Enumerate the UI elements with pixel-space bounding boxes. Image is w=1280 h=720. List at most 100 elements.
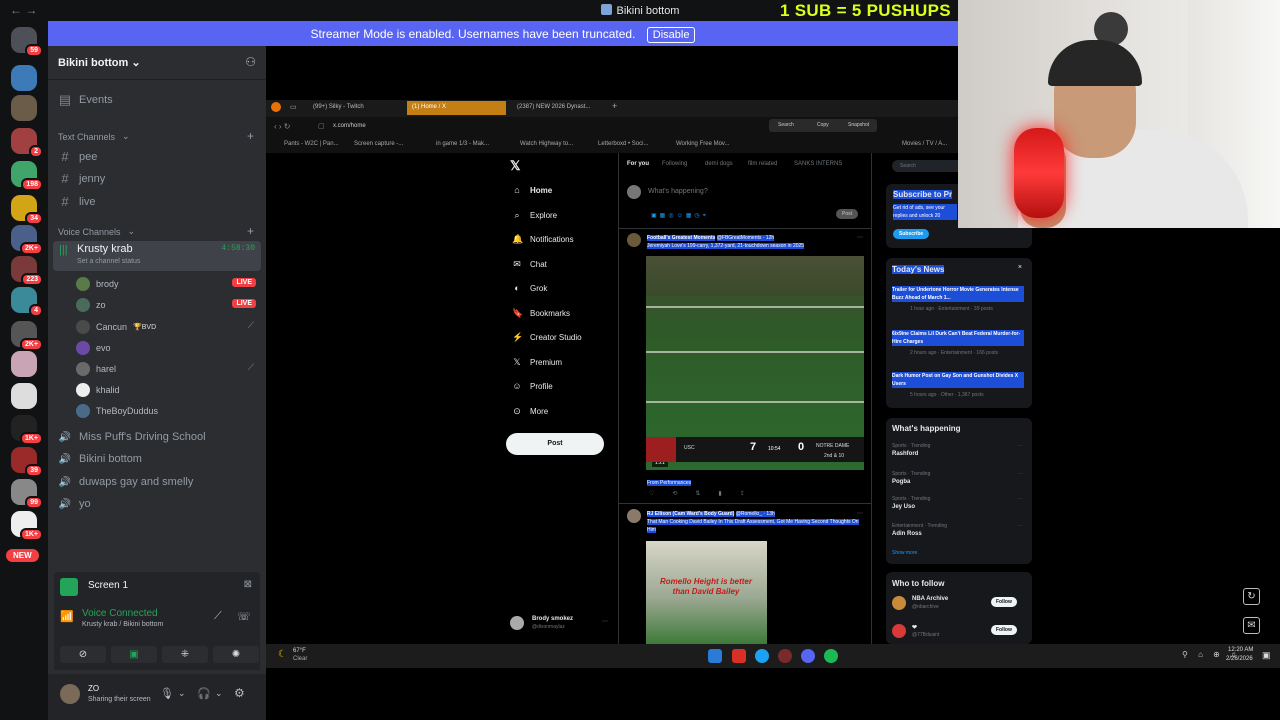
snapshot-button[interactable]: Snapshot (848, 122, 869, 128)
app-icon-dark[interactable] (778, 649, 792, 663)
search-button[interactable]: Search (778, 122, 794, 128)
voice-member[interactable]: evo (76, 341, 111, 355)
bookmark-item[interactable]: Movies / TV / A... (902, 141, 947, 147)
server-icon[interactable]: 223 (11, 256, 43, 286)
create-channel-icon[interactable]: + (247, 129, 254, 143)
bookmark-item[interactable]: Pants - W2C | Pan... (284, 141, 339, 147)
trend-name[interactable]: Rashford (892, 451, 918, 457)
voice-channel-item[interactable]: 🔊 Miss Puff's Driving School (58, 431, 206, 443)
x-nav-home[interactable]: ⌂ Home (512, 185, 552, 195)
x-nav-premium[interactable]: 𝕏 Premium (512, 357, 562, 368)
more-icon[interactable]: ⋯ (1018, 496, 1023, 502)
server-icon[interactable]: 39 (11, 447, 43, 477)
server-icon[interactable] (11, 95, 37, 121)
trend-name[interactable]: Jey Uso (892, 504, 915, 510)
more-icon[interactable]: ⋯ (857, 510, 863, 517)
x-nav-chat[interactable]: ✉ Chat (512, 259, 547, 270)
bookmark-item[interactable]: Letterboxd • Soci... (598, 141, 648, 147)
chevron-down-icon[interactable]: ⌄ (178, 688, 186, 699)
server-icon[interactable]: 2K+ (11, 321, 43, 351)
new-tab-icon[interactable]: + (612, 101, 617, 111)
follow-button[interactable]: Follow (991, 597, 1017, 607)
voice-location[interactable]: Krusty krab / Bikini bottom (82, 621, 163, 628)
feed-tab[interactable]: demi dogs (705, 161, 733, 167)
avatar[interactable] (60, 684, 80, 704)
add-member-icon[interactable]: ⚇ (245, 55, 256, 69)
refresh-icon[interactable]: ↻ (1243, 588, 1260, 605)
disconnect-icon[interactable]: ☏ (237, 610, 251, 623)
server-icon[interactable] (11, 351, 37, 377)
trend-name[interactable]: Adin Ross (892, 531, 922, 537)
back-forward-icon[interactable]: ‹ › ↻ (274, 122, 290, 131)
camera-off-button[interactable]: ⊘ (60, 646, 106, 663)
copy-button[interactable]: Copy (817, 122, 829, 128)
tweet-author[interactable]: RJ Ellison (Cam Ward's Body Guard) (647, 511, 735, 517)
news-headline[interactable]: 6ix9ine Claims Lil Durk Can't Beat Feder… (892, 330, 1024, 346)
bookmark-item[interactable]: Working Free Mov... (676, 141, 729, 147)
server-icon[interactable]: 34 (11, 195, 43, 225)
channel-status[interactable]: Set a channel status (77, 258, 140, 265)
follow-name[interactable]: ❤ (912, 624, 917, 631)
mail-icon[interactable]: ✉ (1243, 617, 1260, 634)
news-headline[interactable]: Dark Humor Post on Gay Son and Gunshot D… (892, 372, 1024, 388)
trend-name[interactable]: Pogba (892, 479, 910, 485)
new-badge[interactable]: NEW (6, 549, 39, 562)
url-field[interactable]: x.com/home (333, 123, 366, 129)
voice-channel-item[interactable]: 🔊 Bikini bottom (58, 453, 142, 465)
voice-channel-item[interactable]: 🔊 duwaps gay and smelly (58, 476, 194, 488)
server-icon[interactable]: 2 (11, 128, 43, 158)
compose-input[interactable]: What's happening? (648, 188, 708, 195)
signal-icon[interactable]: 📶 (60, 610, 74, 623)
microphone-icon[interactable]: 🎙 (160, 687, 174, 700)
x-nav-profile[interactable]: ☺ Profile (512, 381, 552, 391)
server-icon[interactable]: 4 (11, 287, 43, 317)
news-headline[interactable]: Trailer for Undertone Horror Movie Gener… (892, 286, 1024, 302)
more-icon[interactable]: ⋯ (857, 234, 863, 241)
x-nav-notifications[interactable]: 🔔 Notifications (512, 234, 574, 245)
voice-member[interactable]: brody (76, 277, 119, 291)
voice-channel-item[interactable]: 🔊 yo (58, 498, 91, 510)
more-icon[interactable]: ⋯ (1018, 471, 1023, 477)
voice-member[interactable]: Cancun 🏆BVD (76, 320, 156, 334)
x-post-button[interactable]: Post (506, 433, 604, 455)
close-icon[interactable]: × (1018, 264, 1022, 271)
feed-tab[interactable]: SANKS INTERNS (794, 161, 842, 167)
more-icon[interactable]: ⋯ (1018, 443, 1023, 449)
notification-icon[interactable]: ▣ (1262, 650, 1271, 661)
noise-suppression-icon[interactable]: ⟋ (214, 610, 222, 623)
x-nav-explore[interactable]: ⌕ Explore (512, 210, 557, 221)
activities-button[interactable]: ⁜ (162, 646, 208, 663)
server-icon[interactable]: 1K+ (11, 415, 43, 445)
chevron-down-icon[interactable]: ⌄ (215, 688, 223, 699)
follow-name[interactable]: NBA Archive (912, 596, 948, 602)
voice-member[interactable]: khalid (76, 383, 120, 397)
compose-post-button[interactable]: Post (836, 209, 859, 219)
follow-button[interactable]: Follow (991, 625, 1017, 635)
voice-channel-krusty-krab[interactable]: ||| Krusty krab 4:58:30 Set a channel st… (53, 241, 261, 271)
server-icon[interactable]: 2K+ (11, 225, 43, 255)
compose-tools-icon[interactable]: ▣▦◎☺▦◷⌖ (651, 212, 709, 220)
windows-start-icon[interactable] (708, 649, 722, 663)
server-icon[interactable] (11, 65, 37, 91)
gear-icon[interactable]: ⚙ (234, 686, 245, 700)
tab-youtube[interactable]: (2387) NEW 2026 Dynast... (512, 101, 595, 115)
voice-member[interactable]: zo (76, 298, 106, 312)
events-item[interactable]: ▤ Events (58, 92, 113, 108)
tweet-actions-icon[interactable]: ♡⟲⇅▮⇪ (649, 490, 763, 497)
x-nav-grok[interactable]: ◐ Grok (512, 283, 547, 293)
share-screen-button[interactable]: ▣ (111, 646, 157, 663)
show-more-link[interactable]: Show more (892, 550, 917, 556)
discord-icon[interactable] (801, 649, 815, 663)
x-account-switcher[interactable]: Brody smokez @dixonmaylaz ⋯ (510, 614, 610, 632)
x-nav-more[interactable]: ⊙ More (512, 406, 548, 417)
bookmark-item[interactable]: in game 1/3 - Mak... (436, 141, 489, 147)
server-icon[interactable]: 198 (11, 161, 43, 191)
channel-item-live[interactable]: # live (58, 194, 95, 209)
voice-member[interactable]: TheBoyDuddus (76, 404, 158, 418)
bookmark-item[interactable]: Watch Highway to... (520, 141, 573, 147)
chrome-icon[interactable] (755, 649, 769, 663)
weather-icon[interactable]: ☾ (278, 649, 287, 660)
server-icon[interactable] (11, 383, 37, 409)
tab-x-home[interactable]: (1) Home / X (407, 101, 506, 115)
feed-tab[interactable]: Following (662, 161, 687, 167)
